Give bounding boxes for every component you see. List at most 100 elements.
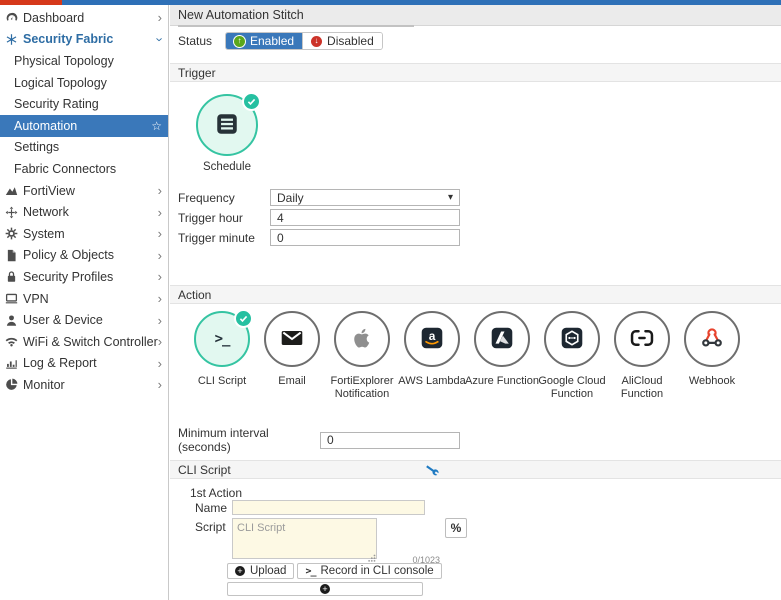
min-interval-input[interactable]	[320, 431, 460, 449]
page-header: New Automation Stitch	[170, 5, 781, 26]
terminal-prompt-icon: >_	[305, 565, 316, 577]
action-circle[interactable]	[474, 311, 530, 367]
sidebar-item-vpn[interactable]: VPN ›	[0, 288, 168, 310]
wrench-icon[interactable]	[425, 463, 439, 480]
azure-icon	[489, 325, 515, 354]
sidebar-item-label: Physical Topology	[14, 53, 114, 68]
trigger-hour-input[interactable]	[270, 209, 460, 226]
sidebar-item-label: FortiView	[23, 183, 75, 198]
first-action-label: 1st Action	[190, 486, 243, 500]
frequency-select[interactable]: Daily ▾	[270, 189, 460, 206]
sidebar-item-fabric-connectors[interactable]: Fabric Connectors	[0, 158, 168, 180]
sidebar-item-label: WiFi & Switch Controller	[23, 334, 158, 349]
insert-variable-button[interactable]: %	[445, 518, 467, 538]
action-circle[interactable]	[264, 311, 320, 367]
action-option-alicloud-function[interactable]: AliCloud Function	[607, 311, 677, 401]
sidebar-item-label: Policy & Objects	[23, 248, 115, 263]
action-options-row: >_ CLI Script Email FortiExplorer Notificat…	[187, 309, 747, 401]
dropdown-caret-icon: ▾	[447, 192, 453, 203]
sidebar-item-security-rating[interactable]: Security Rating	[0, 93, 168, 115]
sidebar-item-physical-topology[interactable]: Physical Topology	[0, 50, 168, 72]
action-circle[interactable]	[614, 311, 670, 367]
action-name-input[interactable]	[232, 500, 425, 515]
user-icon	[4, 313, 19, 327]
sidebar-item-policy-objects[interactable]: Policy & Objects ›	[0, 245, 168, 267]
sidebar-item-user-device[interactable]: User & Device ›	[0, 309, 168, 331]
top-accent-bar	[0, 0, 781, 5]
sidebar-item-security-fabric[interactable]: Security Fabric ›	[0, 29, 168, 51]
sidebar-item-dashboard[interactable]: Dashboard ›	[0, 7, 168, 29]
cli-script-section-label: CLI Script	[178, 462, 231, 477]
field-row-trigger-hour: Trigger hour	[178, 209, 460, 226]
action-circle[interactable]: >_	[194, 309, 253, 367]
add-action-button[interactable]: +	[227, 582, 423, 596]
action-section-label: Action	[178, 287, 212, 302]
sidebar-item-label: Dashboard	[23, 10, 85, 25]
action-name-row: Name	[190, 500, 425, 515]
chevron-right-icon: ›	[157, 204, 162, 220]
action-circle[interactable]: a	[404, 311, 460, 367]
script-textarea[interactable]	[232, 518, 377, 559]
favorite-star-icon[interactable]: ☆	[151, 119, 162, 133]
security-fabric-icon	[4, 32, 19, 46]
content-pane: New Automation Stitch Status ↑ Enabled ↓…	[170, 5, 781, 600]
sidebar-nav: Dashboard › Security Fabric › Physical Topol…	[0, 5, 169, 600]
record-cli-console-button[interactable]: >_ Record in CLI console	[297, 563, 442, 579]
chevron-right-icon: ›	[157, 355, 162, 371]
action-option-aws-lambda[interactable]: a AWS Lambda	[397, 311, 467, 401]
sidebar-item-log-report[interactable]: Log & Report ›	[0, 353, 168, 375]
vpn-icon	[4, 292, 19, 306]
chevron-right-icon: ›	[157, 183, 162, 199]
action-option-webhook[interactable]: Webhook	[677, 311, 747, 401]
sidebar-item-label: Settings	[14, 140, 60, 155]
min-interval-label: Minimum interval (seconds)	[178, 426, 269, 454]
schedule-circle[interactable]	[196, 92, 261, 156]
sidebar-item-monitor[interactable]: Monitor ›	[0, 374, 168, 396]
sidebar-item-label: Network	[23, 205, 69, 220]
chevron-right-icon: ›	[157, 10, 162, 26]
field-label: Frequency	[178, 190, 235, 205]
cli-script-section-header: CLI Script	[170, 460, 781, 479]
field-row-frequency: Frequency Daily ▾	[178, 189, 460, 206]
sidebar-item-wifi-switch-controller[interactable]: WiFi & Switch Controller ›	[0, 331, 168, 353]
action-circle[interactable]	[334, 311, 390, 367]
sidebar-item-label: VPN	[23, 291, 49, 306]
upload-button[interactable]: + Upload	[227, 563, 295, 579]
status-row: Status ↑ Enabled ↓ Disabled	[178, 32, 383, 50]
apple-icon	[350, 326, 374, 353]
action-option-cli-script[interactable]: >_ CLI Script	[187, 309, 257, 401]
chevron-right-icon: ›	[157, 291, 162, 307]
action-circle[interactable]	[544, 311, 600, 367]
sidebar-item-network[interactable]: Network ›	[0, 201, 168, 223]
status-disabled-button[interactable]: ↓ Disabled	[302, 33, 382, 49]
field-label: Trigger minute	[178, 230, 255, 245]
sidebar-item-fortiview[interactable]: FortiView ›	[0, 180, 168, 202]
sidebar-item-security-profiles[interactable]: Security Profiles ›	[0, 266, 168, 288]
status-enabled-button[interactable]: ↑ Enabled	[226, 33, 303, 49]
action-circle[interactable]	[684, 311, 740, 367]
monitor-icon	[4, 378, 19, 392]
chevron-right-icon: ›	[157, 334, 163, 350]
cli-script-form: 1st Action Name Script % 0/1023 + Upload	[190, 483, 610, 600]
trigger-section-label: Trigger	[178, 65, 216, 80]
action-option-email[interactable]: Email	[257, 311, 327, 401]
action-option-google-cloud-function[interactable]: Google Cloud Function	[537, 311, 607, 401]
action-option-label: Email	[278, 375, 306, 387]
wifi-icon	[4, 335, 19, 349]
sidebar-item-automation[interactable]: Automation ☆	[0, 114, 168, 137]
sidebar-item-logical-topology[interactable]: Logical Topology	[0, 72, 168, 94]
action-option-azure-function[interactable]: Azure Function	[465, 311, 539, 401]
min-interval-row: Minimum interval (seconds)	[178, 426, 460, 454]
sidebar-item-label: Security Fabric	[23, 32, 114, 47]
trigger-option-schedule[interactable]: Schedule	[192, 92, 262, 173]
script-field-wrap: % 0/1023	[232, 518, 467, 565]
chevron-right-icon: ›	[157, 226, 162, 242]
sidebar-item-settings[interactable]: Settings	[0, 137, 168, 159]
sidebar-item-system[interactable]: System ›	[0, 223, 168, 245]
title-underline	[178, 25, 414, 27]
sidebar-item-label: Security Profiles	[23, 269, 114, 284]
action-option-fortiexplorer-notification[interactable]: FortiExplorer Notification	[327, 311, 397, 401]
trigger-minute-input[interactable]	[270, 229, 460, 246]
network-icon	[4, 205, 19, 219]
page-title: New Automation Stitch	[178, 8, 304, 22]
